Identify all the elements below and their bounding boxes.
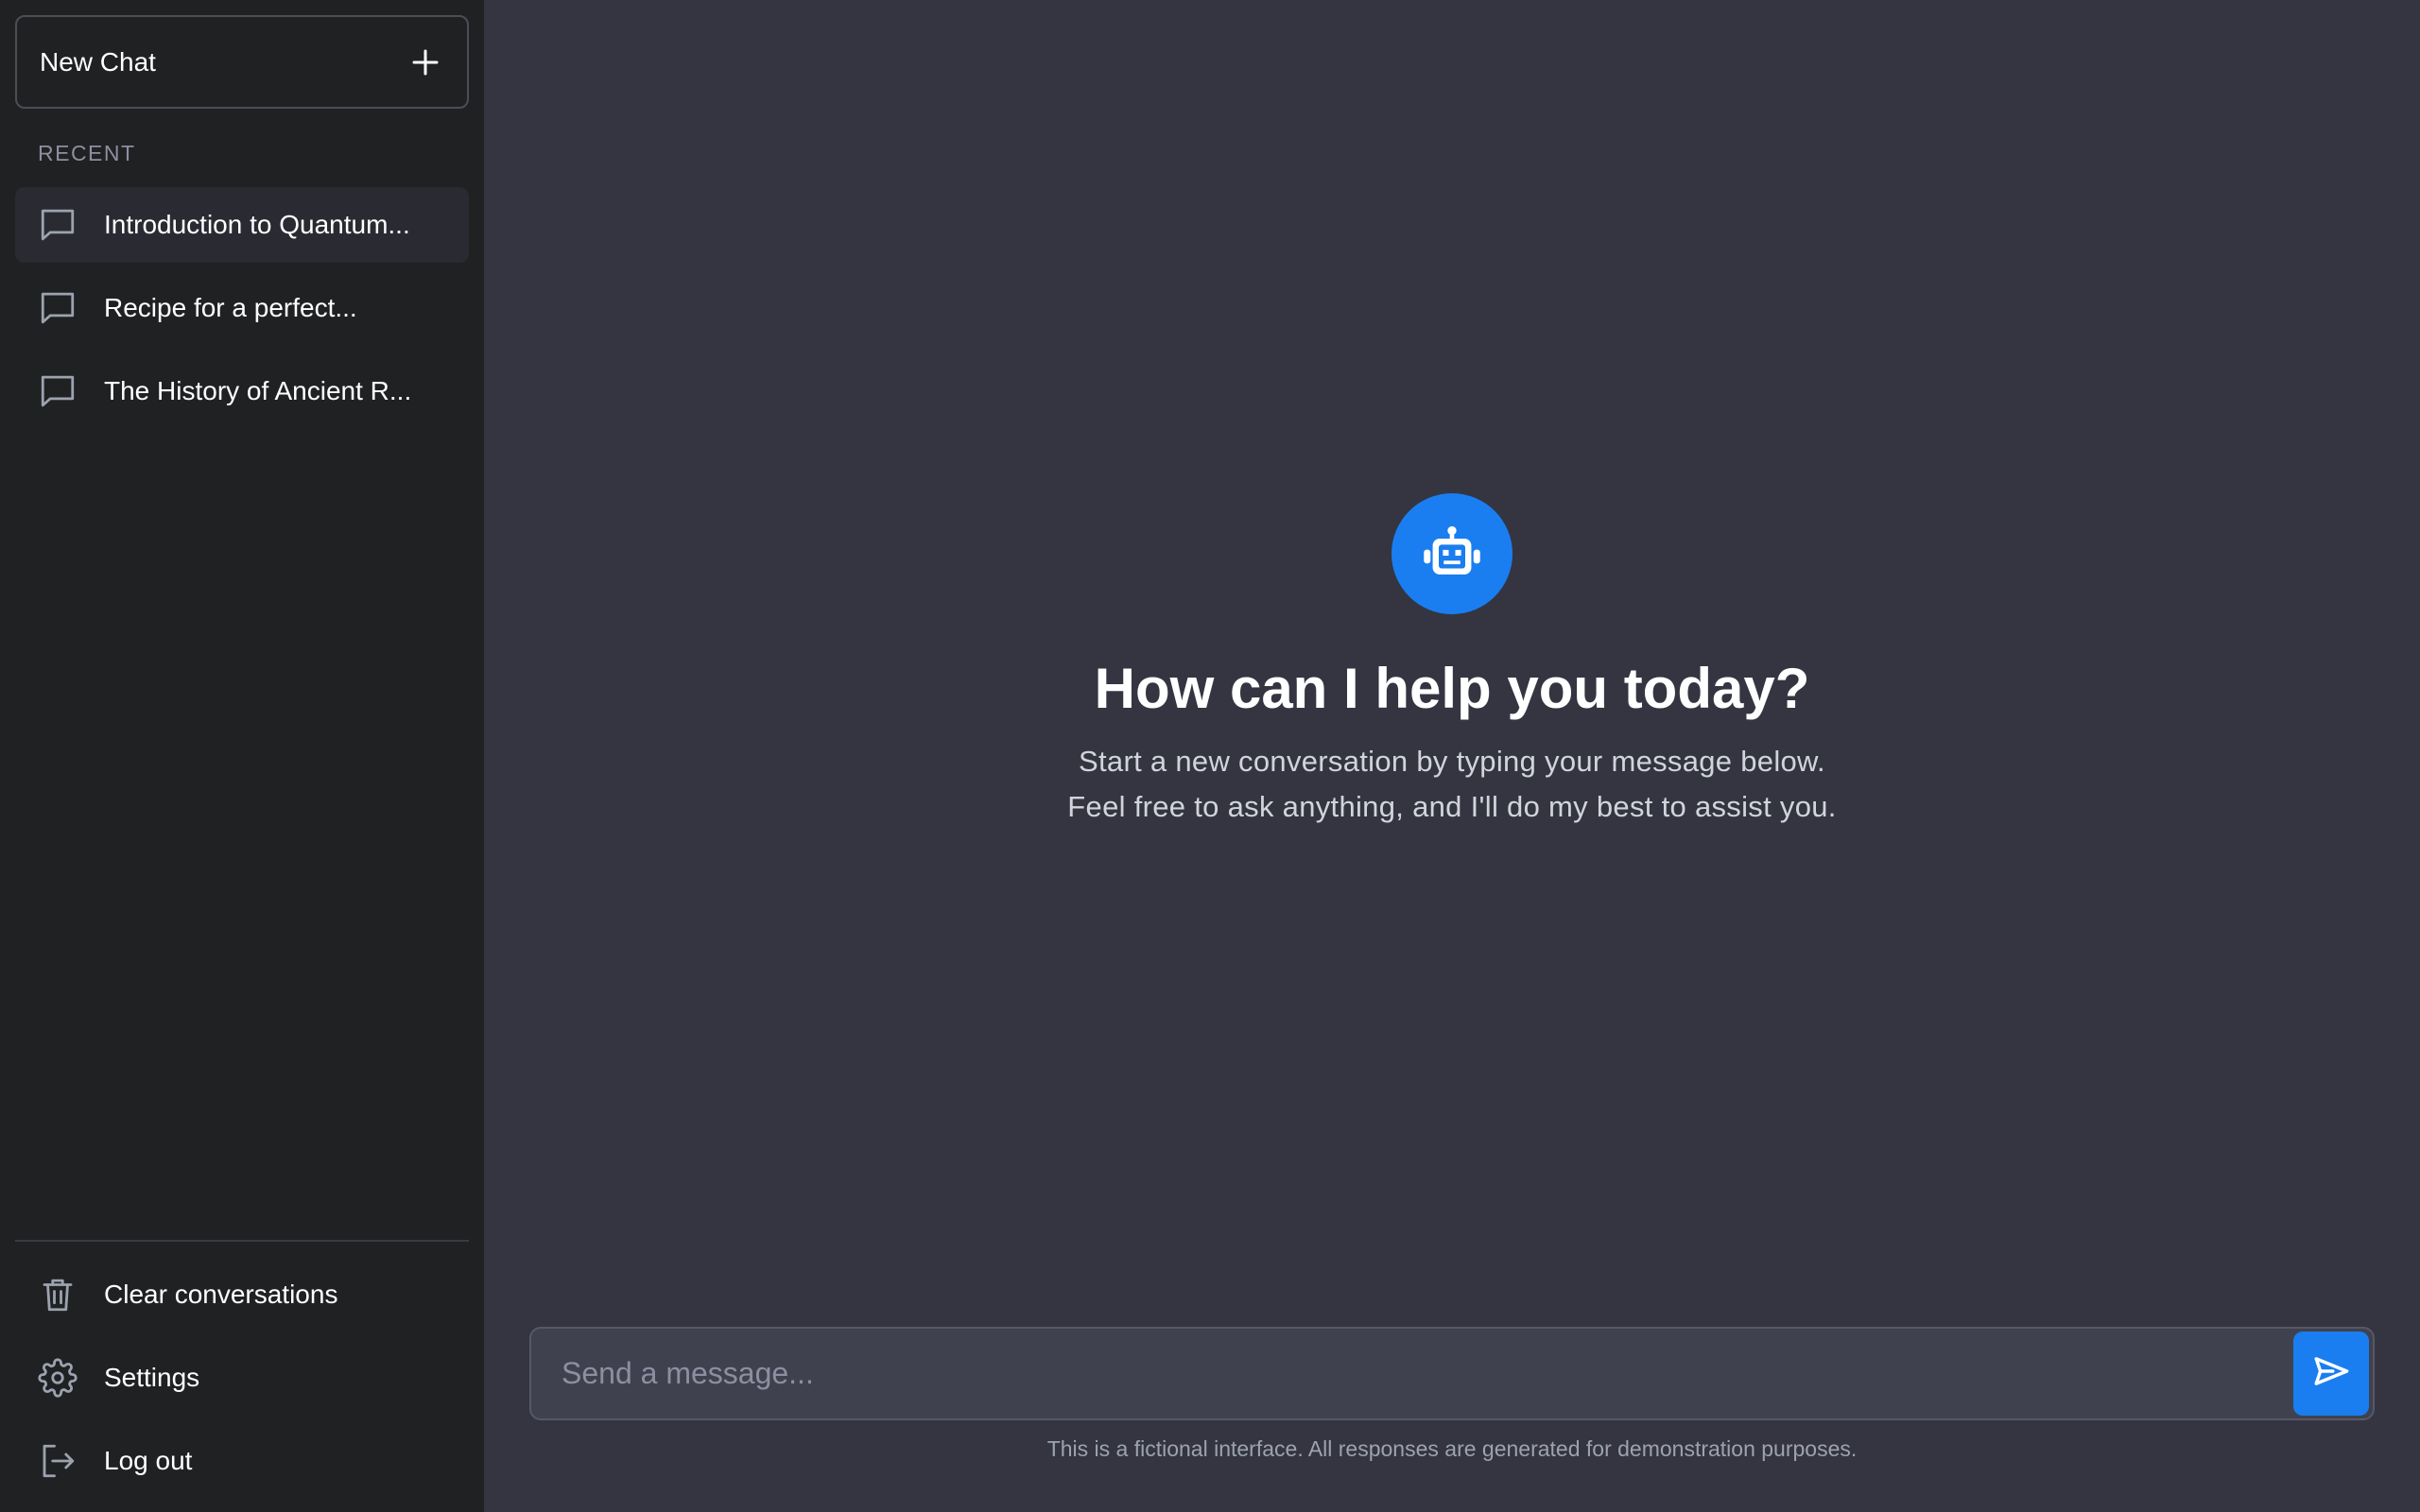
welcome-subtitle: Start a new conversation by typing your … [1067,739,1836,830]
app-root: New Chat RECENT Introduction to Quantum.… [0,0,2420,1512]
conversation-title: The History of Ancient R... [104,376,412,405]
conversation-item[interactable]: Introduction to Quantum... [15,187,469,263]
send-button[interactable] [2293,1332,2369,1416]
conversation-title: Recipe for a perfect... [104,293,357,322]
conversation-item[interactable]: The History of Ancient R... [15,353,469,429]
plus-icon [412,49,439,75]
trash-icon [43,1279,73,1312]
welcome-subtitle-line: Feel free to ask anything, and I'll do m… [1067,790,1837,823]
sidebar-footer: Clear conversations Settings Log out [15,1240,469,1512]
send-icon [2314,1356,2349,1385]
logout-icon [43,1444,75,1478]
sidebar: New Chat RECENT Introduction to Quantum.… [0,0,484,1512]
recent-section-header: RECENT [38,141,136,165]
disclaimer-text: This is a fictional interface. All respo… [1046,1436,1858,1461]
welcome-title: How can I help you today? [1094,657,1810,720]
chat-bubble-icon [41,209,75,241]
logout-label: Log out [104,1446,193,1475]
clear-conversations-button[interactable]: Clear conversations [15,1257,469,1332]
assistant-avatar [1392,493,1512,614]
robot-icon [1424,525,1480,575]
message-input[interactable] [560,1329,2293,1418]
clear-conversations-label: Clear conversations [104,1280,338,1309]
conversation-list: Introduction to Quantum... Recipe for a … [15,187,469,429]
logout-button[interactable]: Log out [15,1423,469,1499]
new-chat-label: New Chat [40,46,156,77]
settings-label: Settings [104,1363,200,1392]
chat-bubble-icon [41,292,75,324]
settings-button[interactable]: Settings [15,1340,469,1416]
welcome-subtitle-line: Start a new conversation by typing your … [1079,745,1825,778]
new-chat-button[interactable]: New Chat [15,15,469,109]
conversation-title: Introduction to Quantum... [104,210,410,239]
gear-icon [38,1358,78,1398]
message-composer [529,1327,2375,1420]
chat-main: How can I help you today? Start a new co… [484,0,2420,1512]
chat-bubble-icon [41,375,75,407]
conversation-item[interactable]: Recipe for a perfect... [15,270,469,346]
welcome-panel: How can I help you today? Start a new co… [484,493,2420,830]
